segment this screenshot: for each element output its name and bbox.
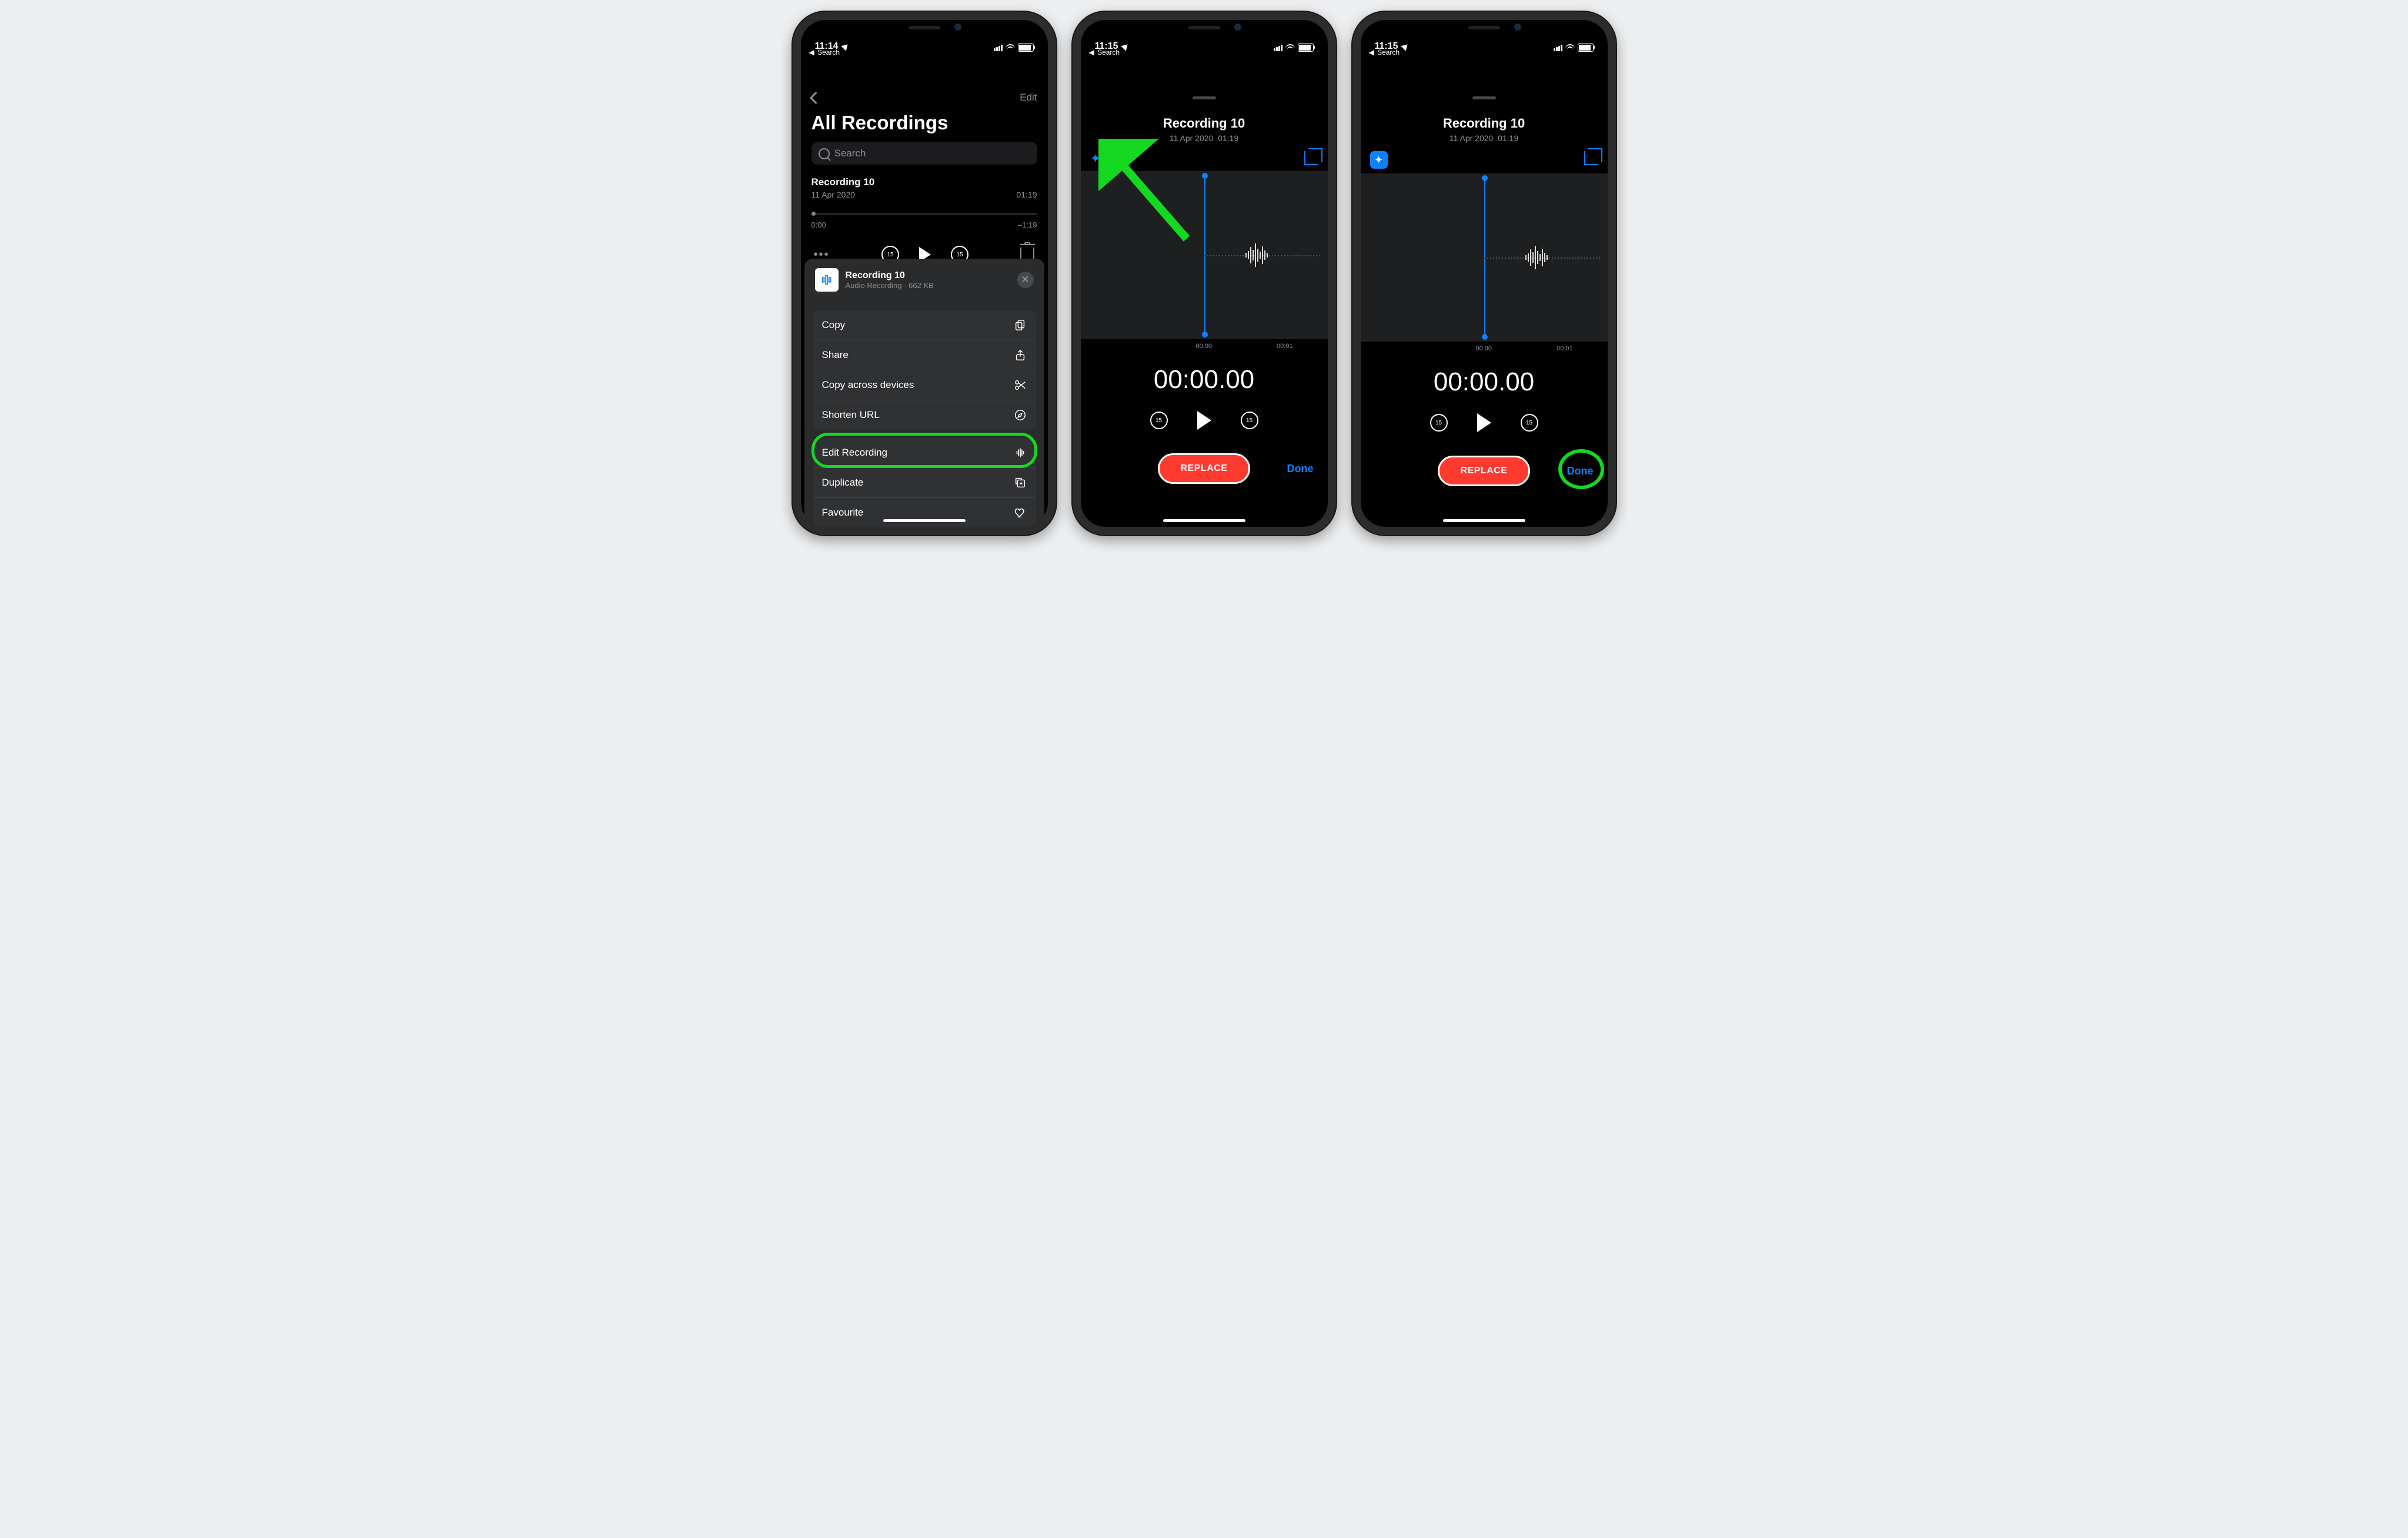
status-time: 11:15 bbox=[1095, 41, 1118, 52]
action-duplicate[interactable]: Duplicate bbox=[813, 467, 1036, 497]
recording-duration: 01:19 bbox=[1016, 190, 1037, 199]
wifi-icon bbox=[1285, 44, 1295, 51]
action-shorten-url[interactable]: Shorten URL bbox=[813, 400, 1036, 430]
action-edit-recording[interactable]: Edit Recording bbox=[813, 438, 1036, 467]
trim-button[interactable] bbox=[1584, 151, 1598, 165]
editor-title: Recording 10 bbox=[1361, 116, 1608, 131]
tick-0: 00:00 bbox=[1196, 343, 1213, 350]
enhance-button-active[interactable]: ✦ bbox=[1370, 151, 1388, 169]
home-indicator[interactable] bbox=[883, 519, 966, 522]
back-chevron-icon[interactable] bbox=[809, 91, 821, 103]
status-time: 11:14 bbox=[815, 41, 839, 52]
wifi-icon bbox=[1565, 44, 1575, 51]
wifi-icon bbox=[1006, 44, 1015, 51]
action-share[interactable]: Share bbox=[813, 340, 1036, 370]
waveform-spikes bbox=[1525, 246, 1548, 269]
sheet-subtitle: Audio Recording · 662 KB bbox=[846, 281, 1010, 290]
location-icon bbox=[841, 42, 850, 51]
sheet-grabber[interactable] bbox=[1472, 96, 1496, 99]
scissors-icon bbox=[1014, 379, 1027, 392]
trim-button[interactable] bbox=[1304, 151, 1318, 165]
editor-subtitle: 11 Apr 2020 01:19 bbox=[1361, 133, 1608, 143]
waveform-view[interactable]: 00:00 00:01 bbox=[1081, 171, 1328, 339]
home-indicator[interactable] bbox=[1443, 519, 1525, 522]
recording-name: Recording 10 bbox=[811, 176, 1037, 188]
action-copy-across[interactable]: Copy across devices bbox=[813, 370, 1036, 400]
cellular-icon bbox=[994, 45, 1003, 51]
scrub-elapsed: 0:00 bbox=[811, 220, 826, 229]
skip-back-button[interactable]: 15 bbox=[1430, 414, 1448, 432]
copy-icon bbox=[1014, 319, 1027, 332]
recording-date: 11 Apr 2020 bbox=[811, 190, 855, 199]
battery-icon bbox=[1018, 44, 1034, 52]
notch bbox=[863, 20, 986, 38]
done-button[interactable]: Done bbox=[1287, 463, 1314, 475]
close-sheet-button[interactable]: ✕ bbox=[1017, 272, 1034, 288]
heart-icon bbox=[1014, 506, 1027, 519]
skip-forward-button[interactable]: 15 bbox=[1521, 414, 1538, 432]
home-indicator[interactable] bbox=[1163, 519, 1245, 522]
page-title: All Recordings bbox=[811, 112, 1037, 134]
cellular-icon bbox=[1274, 45, 1283, 51]
phone-3: 11:15 ◀ Search Recording 10 11 Apr 2020 … bbox=[1352, 12, 1616, 535]
timer-display: 00:00.00 bbox=[1361, 367, 1608, 397]
replace-button[interactable]: REPLACE bbox=[1438, 456, 1531, 486]
waveform-view[interactable]: 00:00 00:01 bbox=[1361, 173, 1608, 342]
timer-display: 00:00.00 bbox=[1081, 365, 1328, 394]
tick-0: 00:00 bbox=[1476, 345, 1492, 352]
done-button[interactable]: Done bbox=[1567, 465, 1594, 477]
action-copy[interactable]: Copy bbox=[813, 310, 1036, 340]
enhance-button[interactable]: ✦ bbox=[1090, 151, 1101, 166]
battery-icon bbox=[1298, 44, 1314, 52]
skip-forward-button[interactable]: 15 bbox=[1241, 412, 1258, 429]
play-button[interactable] bbox=[1477, 413, 1491, 432]
search-input[interactable]: Search bbox=[811, 142, 1037, 165]
tick-1: 00:01 bbox=[1277, 343, 1293, 350]
sheet-title: Recording 10 bbox=[846, 270, 1010, 281]
scrub-remaining: –1:19 bbox=[1018, 220, 1037, 229]
tick-1: 00:01 bbox=[1557, 345, 1573, 352]
share-sheet: Recording 10 Audio Recording · 662 KB ✕ … bbox=[804, 259, 1044, 527]
search-placeholder: Search bbox=[834, 148, 866, 159]
search-icon bbox=[819, 148, 830, 159]
compass-icon bbox=[1014, 409, 1027, 422]
playback-scrubber[interactable] bbox=[811, 213, 1037, 215]
notch bbox=[1143, 20, 1266, 38]
cellular-icon bbox=[1554, 45, 1562, 51]
phone-1: 11:14 ◀ Search Edit All Recordings Searc… bbox=[793, 12, 1056, 535]
skip-back-button[interactable]: 15 bbox=[1150, 412, 1168, 429]
waveform-spikes bbox=[1245, 243, 1268, 267]
recording-list-item[interactable]: Recording 10 11 Apr 2020 01:19 0:00 –1:1… bbox=[811, 165, 1037, 263]
audio-file-icon bbox=[815, 268, 839, 292]
share-icon bbox=[1014, 349, 1027, 362]
status-time: 11:15 bbox=[1375, 41, 1398, 52]
phone-2: 11:15 ◀ Search Recording 10 11 Apr 2020 … bbox=[1073, 12, 1336, 535]
sheet-grabber[interactable] bbox=[1193, 96, 1216, 99]
location-icon bbox=[1121, 42, 1130, 51]
battery-icon bbox=[1578, 44, 1594, 52]
replace-button[interactable]: REPLACE bbox=[1158, 453, 1251, 484]
action-favourite[interactable]: Favourite bbox=[813, 497, 1036, 527]
play-button[interactable] bbox=[1197, 411, 1211, 430]
duplicate-icon bbox=[1014, 476, 1027, 489]
editor-title: Recording 10 bbox=[1081, 116, 1328, 131]
notch bbox=[1422, 20, 1546, 38]
edit-button[interactable]: Edit bbox=[1020, 92, 1037, 103]
waveform-icon bbox=[1014, 446, 1027, 459]
location-icon bbox=[1401, 42, 1410, 51]
editor-subtitle: 11 Apr 2020 01:19 bbox=[1081, 133, 1328, 143]
